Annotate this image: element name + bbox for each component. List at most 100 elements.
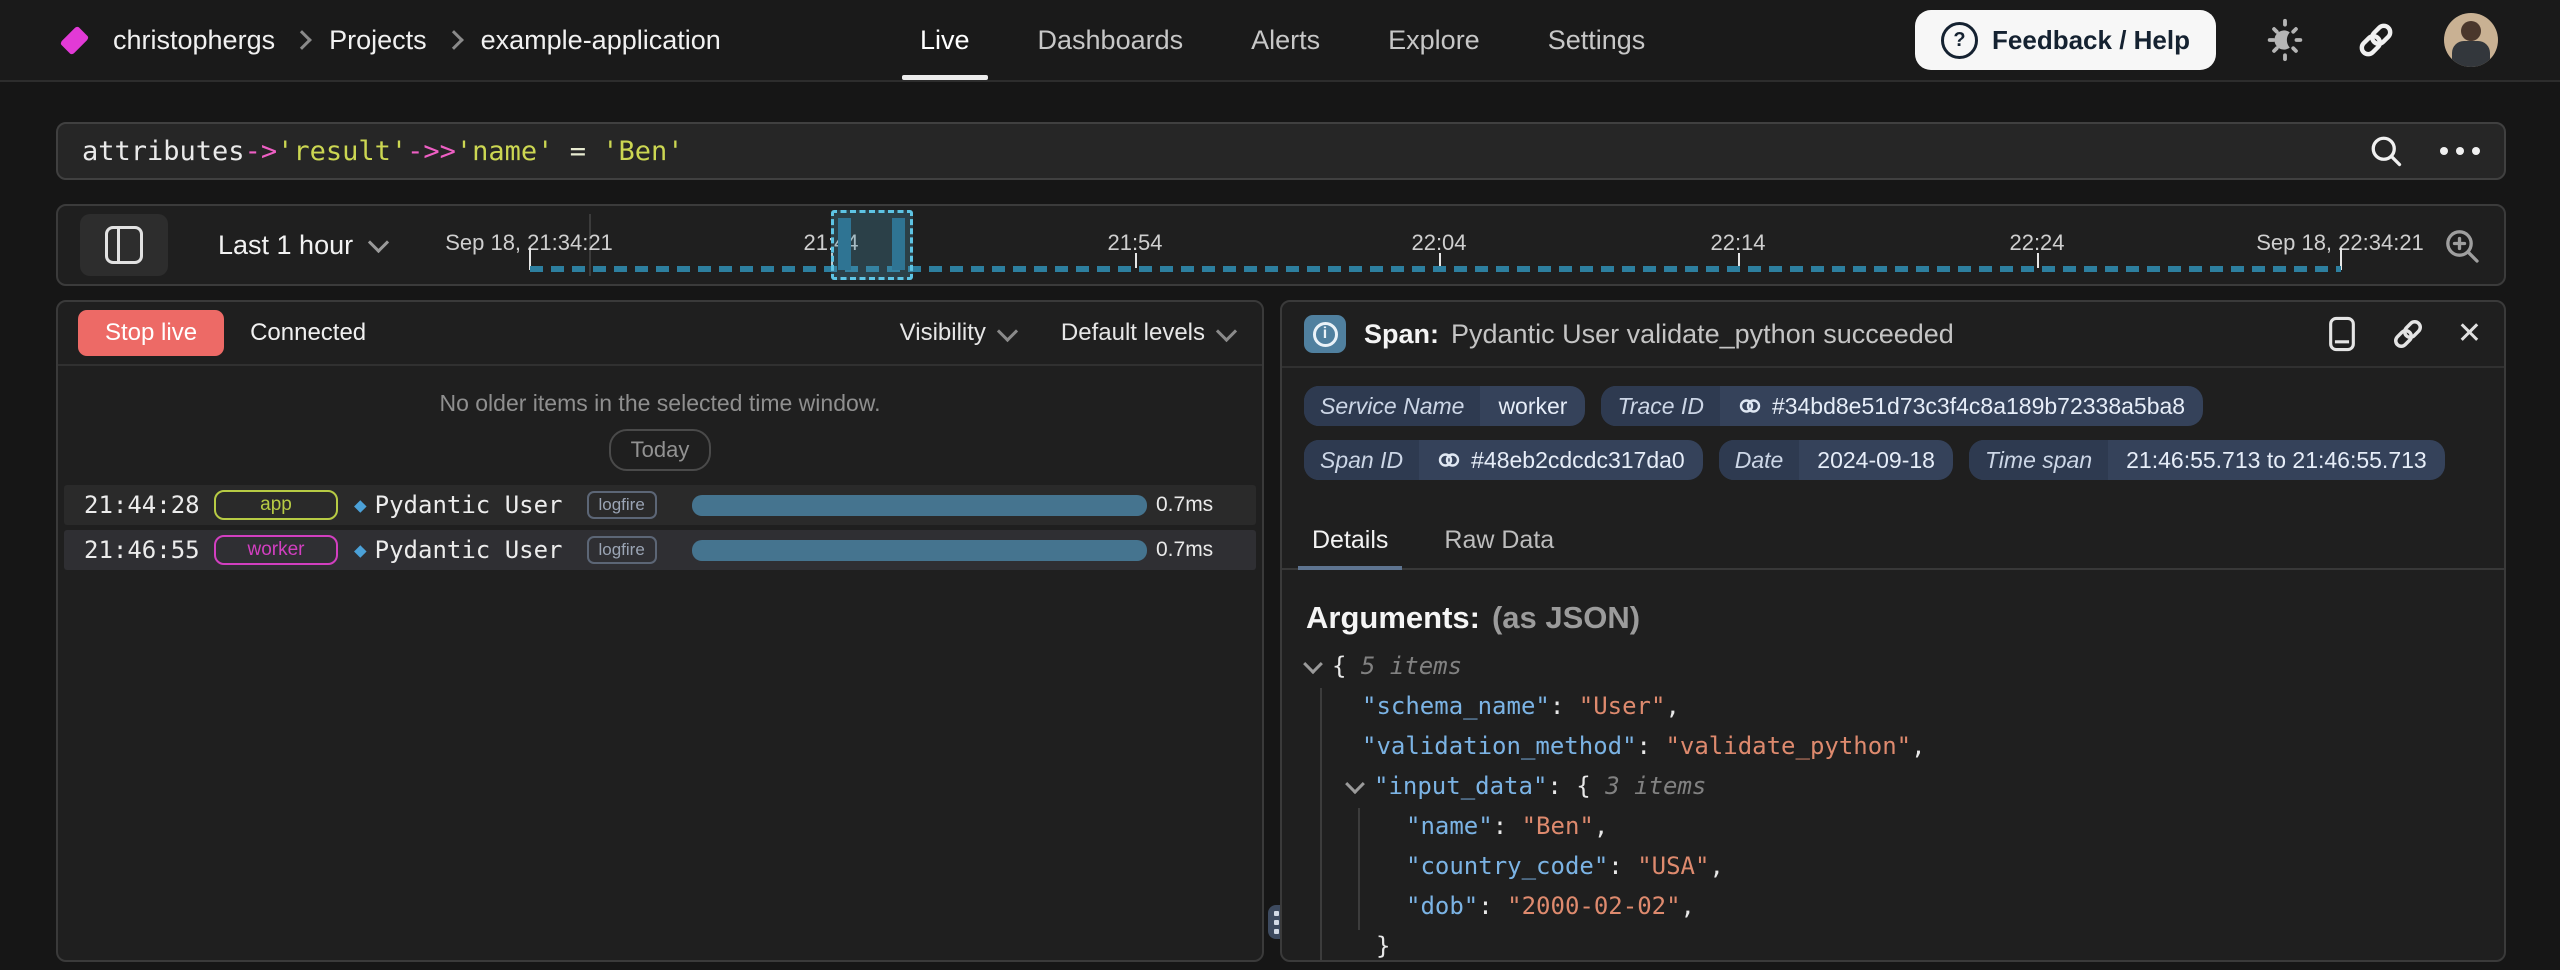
span-detail-actions: ✕ [2325, 315, 2482, 353]
link-icon[interactable] [1738, 394, 1762, 418]
main-tabs: Live Dashboards Alerts Explore Settings [898, 0, 1667, 80]
tab-details[interactable]: Details [1304, 526, 1396, 568]
json-entry: "validation_method": "validate_python", [1306, 726, 2480, 766]
span-detail-panel: i Span: Pydantic User validate_python su… [1280, 300, 2506, 962]
chevron-right-icon [444, 30, 464, 50]
ellipsis-icon [2440, 147, 2480, 155]
service-tag-badge: worker [214, 535, 338, 565]
link-icon [2389, 315, 2427, 353]
question-circle-icon: ? [1941, 22, 1978, 59]
service-name-badge: Service Name worker [1304, 386, 1585, 426]
time-range-dropdown[interactable]: Last 1 hour [218, 206, 386, 284]
span-id-badge: Span ID #48eb2cdcdc317da0 [1304, 440, 1703, 480]
run-search-button[interactable] [2368, 133, 2404, 169]
span-row[interactable]: 21:46:55 worker ◆ Pydantic User logfire … [64, 530, 1256, 570]
connection-status: Connected [250, 319, 366, 347]
span-time: 21:44:28 [84, 491, 202, 519]
chevron-down-icon [1216, 321, 1237, 342]
default-levels-dropdown[interactable]: Default levels [1061, 319, 1234, 347]
sun-moon-icon [2262, 17, 2308, 63]
timeline-activity-baseline[interactable] [530, 266, 2341, 272]
tab-raw-data[interactable]: Raw Data [1436, 526, 1562, 568]
span-diamond-icon: ◆ [354, 493, 367, 517]
live-panel-header: Stop live Connected Visibility Default l… [58, 302, 1262, 366]
json-entry: "dob": "2000-02-02", [1306, 886, 2480, 926]
json-entry: "input_data": { 3 items [1306, 766, 2480, 806]
share-link-button[interactable] [2354, 18, 2398, 62]
span-duration: 0.7ms [1156, 538, 1213, 562]
tab-explore[interactable]: Explore [1366, 0, 1502, 80]
collapse-caret-icon[interactable] [1345, 774, 1365, 794]
chevron-down-icon [368, 231, 389, 252]
time-span-badge: Time span 21:46:55.713 to 21:46:55.713 [1969, 440, 2445, 480]
span-duration-bar[interactable] [692, 495, 1147, 516]
json-root-line: { 5 items [1306, 646, 2480, 686]
json-entry: "schema_name": "User", [1306, 686, 2480, 726]
theme-toggle-button[interactable] [2262, 17, 2308, 63]
span-list: 21:44:28 app ◆ Pydantic User logfire 0.7… [58, 485, 1262, 570]
span-detail-tabs: Details Raw Data [1282, 526, 2504, 570]
dock-panel-button[interactable] [2325, 315, 2359, 353]
span-title: Pydantic User [375, 491, 563, 519]
empty-window-message: No older items in the selected time wind… [58, 390, 1262, 417]
dock-bottom-icon [2325, 315, 2359, 353]
service-tag-badge: app [214, 490, 338, 520]
json-entry: "country_code": "USA", [1306, 846, 2480, 886]
json-close-brace: } [1306, 926, 2480, 962]
timeline-selection-window[interactable] [831, 210, 913, 280]
date-badge: Date 2024-09-18 [1719, 440, 1953, 480]
top-nav: christophergs Projects example-applicati… [0, 0, 2560, 82]
json-tree-viewer: { 5 items "schema_name": "User", "valida… [1306, 646, 2480, 962]
link-icon[interactable] [1437, 448, 1461, 472]
trace-id-badge: Trace ID #34bd8e51d73c3f4c8a189b72338a5b… [1601, 386, 2203, 426]
span-detail-header: i Span: Pydantic User validate_python su… [1282, 302, 2504, 368]
span-duration-bar[interactable] [692, 540, 1147, 561]
query-input[interactable]: attributes->'result'->>'name' = 'Ben' [56, 122, 2506, 180]
span-title: Pydantic User [375, 536, 563, 564]
span-duration: 0.7ms [1156, 493, 1213, 517]
chevron-down-icon [997, 321, 1018, 342]
search-icon [2368, 133, 2404, 169]
sql-query-text: attributes->'result'->>'name' = 'Ben' [82, 136, 684, 167]
link-icon [2354, 18, 2398, 62]
breadcrumb: christophergs Projects example-applicati… [64, 0, 721, 80]
scope-badge: logfire [587, 491, 657, 519]
chevron-right-icon [292, 30, 312, 50]
close-icon: ✕ [2457, 319, 2482, 349]
timeline-zoom-button[interactable] [2442, 226, 2482, 266]
nav-right-group: ? Feedback / Help [1915, 0, 2498, 80]
breadcrumb-projects[interactable]: Projects [329, 25, 427, 56]
breadcrumb-project-name[interactable]: example-application [481, 25, 721, 56]
logfire-logo-icon[interactable] [60, 25, 90, 55]
feedback-help-button[interactable]: ? Feedback / Help [1915, 10, 2216, 70]
scope-badge: logfire [587, 536, 657, 564]
span-diamond-icon: ◆ [354, 538, 367, 562]
arguments-heading: Arguments:(as JSON) [1306, 600, 2480, 636]
visibility-dropdown[interactable]: Visibility [900, 319, 1015, 347]
stop-live-button[interactable]: Stop live [78, 310, 224, 356]
sidebar-toggle-button[interactable] [80, 214, 168, 276]
breadcrumb-org[interactable]: christophergs [113, 25, 275, 56]
collapse-caret-icon[interactable] [1303, 654, 1323, 674]
span-detail-title: Pydantic User validate_python succeeded [1451, 319, 1954, 350]
tab-settings[interactable]: Settings [1526, 0, 1668, 80]
span-row[interactable]: 21:44:28 app ◆ Pydantic User logfire 0.7… [64, 485, 1256, 525]
span-details-content: Arguments:(as JSON) { 5 items "schema_na… [1282, 570, 2504, 962]
tab-live[interactable]: Live [898, 0, 992, 80]
info-icon: i [1304, 315, 1346, 353]
timeline-bar: Last 1 hour Sep 18, 21:34:21 21:44 21:54… [56, 204, 2506, 286]
span-kind-label: Span: [1364, 319, 1439, 350]
user-avatar[interactable] [2444, 13, 2498, 67]
panel-left-icon [105, 226, 143, 264]
query-bar-actions [2368, 133, 2480, 169]
copy-span-link-button[interactable] [2389, 315, 2427, 353]
tab-alerts[interactable]: Alerts [1229, 0, 1342, 80]
today-button[interactable]: Today [609, 429, 712, 471]
query-more-menu-button[interactable] [2440, 147, 2480, 155]
close-panel-button[interactable]: ✕ [2457, 319, 2482, 349]
live-view-panel: Stop live Connected Visibility Default l… [56, 300, 1264, 962]
span-attribute-badges: Service Name worker Trace ID #34bd8e51d7… [1282, 368, 2504, 500]
json-entry: "name": "Ben", [1306, 806, 2480, 846]
tab-dashboards[interactable]: Dashboards [1016, 0, 1206, 80]
zoom-in-icon [2442, 226, 2482, 266]
